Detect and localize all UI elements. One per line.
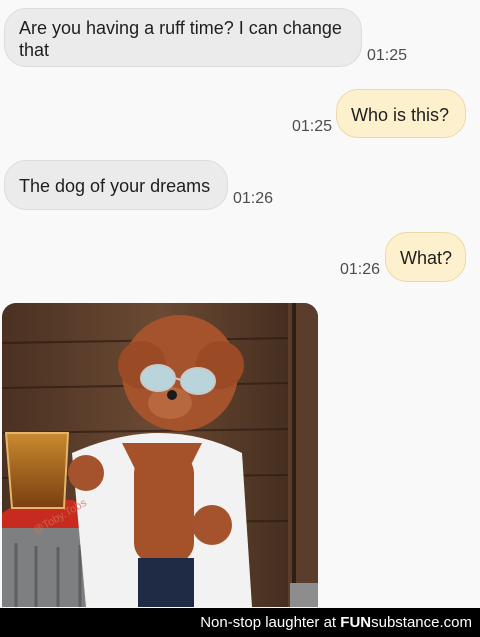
message-image[interactable]: @Toby.Tobs	[2, 303, 318, 607]
footer-brand-bold: FUN	[340, 614, 372, 631]
message-timestamp: 01:25	[292, 118, 333, 135]
whiskey-glass	[4, 432, 70, 509]
message-text: What?	[400, 248, 453, 268]
message-bubble-outgoing[interactable]: Who is this?	[336, 89, 466, 138]
message-bubble-incoming[interactable]: The dog of your dreams	[4, 160, 228, 210]
footer-caption: Non-stop laughter at	[200, 614, 337, 631]
message-text: The dog of your dreams	[19, 176, 211, 196]
message-timestamp: 01:26	[340, 261, 381, 278]
message-timestamp: 01:26	[233, 190, 274, 207]
message-text: Who is this?	[351, 105, 450, 125]
watermark-footer: Non-stop laughter at FUNsubstance.com	[0, 608, 480, 637]
message-bubble-outgoing[interactable]: What?	[385, 232, 466, 282]
message-bubble-incoming[interactable]: Are you having a ruff time? I can change…	[4, 8, 362, 67]
footer-brand-rest: substance.com	[371, 614, 472, 631]
sunglasses	[140, 364, 176, 392]
message-text: Are you having a ruff time? I can change…	[19, 18, 342, 60]
message-timestamp: 01:25	[367, 47, 408, 64]
